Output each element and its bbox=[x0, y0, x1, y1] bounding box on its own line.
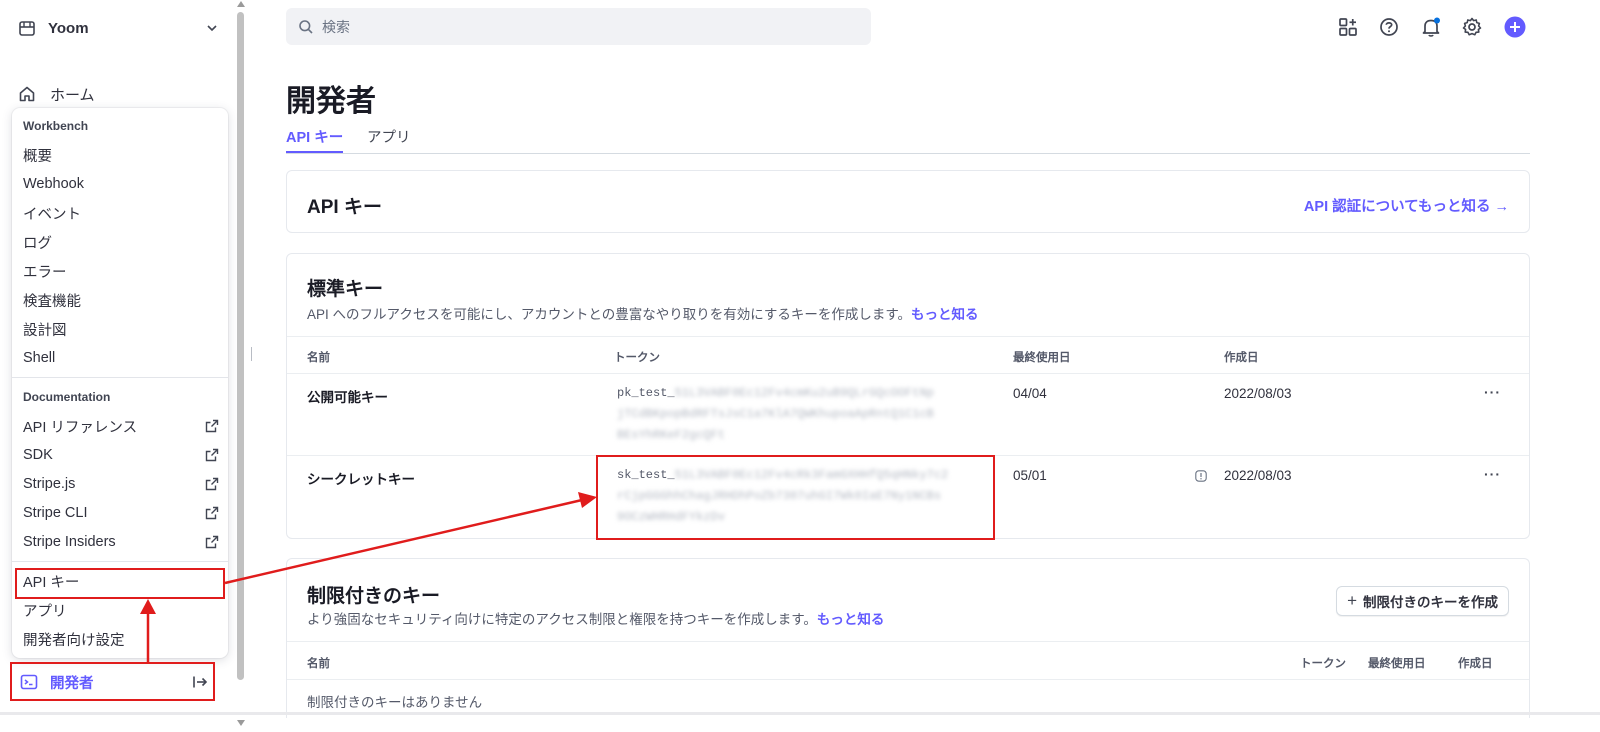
column-header-token: トークン bbox=[614, 352, 660, 364]
publishable-key-last-used: 04/04 bbox=[1013, 386, 1047, 401]
scroll-thumb[interactable] bbox=[237, 12, 244, 680]
standard-keys-title: 標準キー bbox=[307, 279, 384, 300]
help-icon[interactable] bbox=[1378, 16, 1400, 38]
external-link-icon bbox=[205, 448, 219, 462]
row-overflow-menu[interactable]: ··· bbox=[1484, 466, 1501, 482]
store-icon bbox=[19, 21, 35, 36]
learn-more-link[interactable]: もっと知る bbox=[911, 307, 979, 322]
external-link-icon bbox=[205, 535, 219, 549]
annotation-highlight-api-keys bbox=[15, 568, 225, 599]
account-switcher[interactable]: Yoom bbox=[18, 14, 218, 42]
documentation-section-title: Documentation bbox=[23, 390, 111, 404]
search-bar[interactable] bbox=[286, 8, 871, 45]
external-link-icon bbox=[205, 419, 219, 433]
annotation-highlight-secret-key bbox=[596, 455, 995, 540]
learn-more-link[interactable]: もっと知る bbox=[817, 612, 885, 627]
column-header-created: 作成日 bbox=[1224, 352, 1259, 364]
menu-divider bbox=[12, 561, 228, 562]
table-divider bbox=[287, 679, 1529, 680]
secret-key-created: 2022/08/03 bbox=[1224, 468, 1292, 483]
row-overflow-menu[interactable]: ··· bbox=[1484, 384, 1501, 400]
menu-item-apps[interactable]: アプリ bbox=[23, 599, 219, 621]
publishable-key-token[interactable]: pk_test_51L3VABF0Ec12Fv4cmKu2uB9QLrGQcOO… bbox=[617, 383, 934, 446]
table-divider bbox=[287, 641, 1529, 642]
table-divider bbox=[287, 336, 1529, 337]
sidebar-item-home[interactable]: ホーム bbox=[18, 82, 95, 106]
menu-item-events[interactable]: イベント bbox=[23, 202, 219, 224]
menu-item-stripe-insiders[interactable]: Stripe Insiders bbox=[23, 531, 219, 553]
tab-bar: API キー アプリ bbox=[286, 124, 1530, 154]
create-restricted-key-button[interactable]: + 制限付きのキーを作成 bbox=[1336, 586, 1509, 616]
menu-item-sdk[interactable]: SDK bbox=[23, 444, 219, 466]
page-title: 開発者 bbox=[286, 85, 376, 118]
column-header-created: 作成日 bbox=[1458, 658, 1493, 670]
scroll-up-arrow[interactable] bbox=[237, 1, 245, 7]
info-icon[interactable] bbox=[1195, 470, 1207, 482]
account-name: Yoom bbox=[48, 19, 89, 37]
menu-item-errors[interactable]: エラー bbox=[23, 260, 219, 282]
publishable-key-created: 2022/08/03 bbox=[1224, 386, 1292, 401]
home-icon bbox=[19, 86, 35, 102]
apps-icon[interactable] bbox=[1337, 16, 1359, 38]
sidebar-item-label: ホーム bbox=[50, 86, 95, 104]
menu-item-logs[interactable]: ログ bbox=[23, 231, 219, 253]
menu-item-stripe-cli[interactable]: Stripe CLI bbox=[23, 502, 219, 524]
scroll-down-arrow[interactable] bbox=[237, 720, 245, 726]
bell-icon[interactable] bbox=[1420, 16, 1442, 38]
menu-item-overview[interactable]: 概要 bbox=[23, 144, 219, 166]
api-keys-card: API キー API 認証についてもっと知る → bbox=[286, 170, 1530, 233]
api-keys-card-title: API キー bbox=[307, 197, 382, 218]
column-header-last-used: 最終使用日 bbox=[1013, 352, 1071, 364]
column-header-name: 名前 bbox=[307, 352, 330, 364]
secret-key-name: シークレットキー bbox=[307, 472, 415, 487]
table-divider bbox=[287, 373, 1529, 374]
window-bottom-edge bbox=[0, 712, 1600, 715]
plus-icon[interactable] bbox=[1504, 16, 1526, 38]
menu-item-api-reference[interactable]: API リファレンス bbox=[23, 415, 219, 437]
menu-item-webhook[interactable]: Webhook bbox=[23, 173, 219, 195]
tab-apps[interactable]: アプリ bbox=[367, 126, 411, 147]
chevron-down-icon bbox=[207, 25, 217, 32]
search-icon bbox=[299, 19, 313, 34]
column-header-last-used: 最終使用日 bbox=[1368, 658, 1426, 670]
active-tab-indicator bbox=[286, 151, 343, 153]
secret-key-last-used: 05/01 bbox=[1013, 468, 1047, 483]
menu-item-inspector[interactable]: 検査機能 bbox=[23, 289, 219, 311]
restricted-keys-description: より強固なセキュリティ向けに特定のアクセス制限と権限を持つキーを作成します。もっ… bbox=[307, 612, 885, 627]
menu-item-shell[interactable]: Shell bbox=[23, 347, 219, 369]
learn-api-auth-link[interactable]: API 認証についてもっと知る → bbox=[1304, 195, 1509, 216]
column-header-token: トークン bbox=[1300, 658, 1346, 670]
annotation-highlight-developers bbox=[10, 662, 215, 701]
restricted-keys-card: 制限付きのキー より強固なセキュリティ向けに特定のアクセス制限と権限を持つキーを… bbox=[286, 558, 1530, 718]
plus-icon: + bbox=[1347, 591, 1357, 610]
restricted-keys-title: 制限付きのキー bbox=[307, 586, 441, 607]
menu-divider bbox=[12, 377, 228, 378]
tab-api-keys[interactable]: API キー bbox=[286, 126, 343, 147]
sidebar-scrollbar[interactable] bbox=[236, 0, 245, 732]
external-link-icon bbox=[205, 506, 219, 520]
empty-state-text: 制限付きのキーはありません bbox=[307, 695, 483, 710]
sidebar: Yoom ホーム Workbench 概要 Webhook イベント ログ エラ… bbox=[0, 0, 245, 732]
publishable-key-name: 公開可能キー bbox=[307, 390, 388, 405]
menu-item-stripe-js[interactable]: Stripe.js bbox=[23, 473, 219, 495]
external-link-icon bbox=[205, 477, 219, 491]
sidebar-resize-handle[interactable] bbox=[251, 347, 252, 361]
menu-item-developer-settings[interactable]: 開発者向け設定 bbox=[23, 628, 219, 650]
search-input[interactable] bbox=[322, 18, 842, 35]
gear-icon[interactable] bbox=[1461, 16, 1483, 38]
menu-item-blueprints[interactable]: 設計図 bbox=[23, 318, 219, 340]
workbench-section-title: Workbench bbox=[23, 119, 89, 133]
column-header-name: 名前 bbox=[307, 658, 330, 670]
standard-keys-description: API へのフルアクセスを可能にし、アカウントとの豊富なやり取りを有効にするキー… bbox=[307, 307, 979, 322]
